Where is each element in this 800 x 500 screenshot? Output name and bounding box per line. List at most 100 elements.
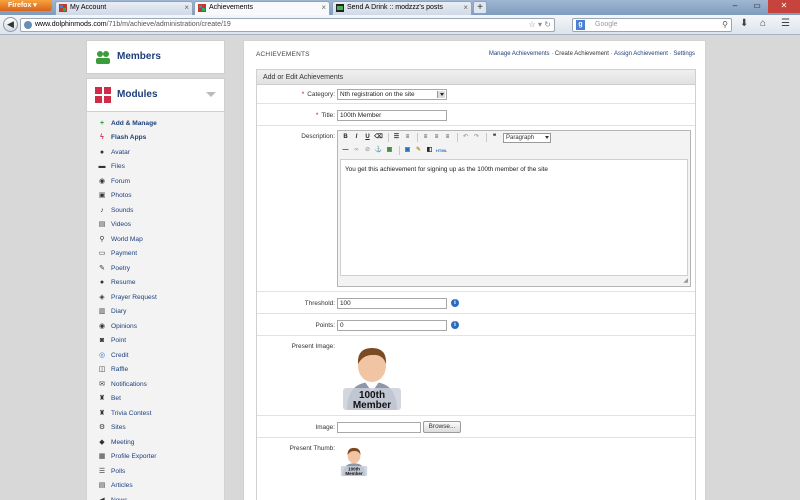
align-center-icon[interactable]: ≡ [432,133,441,142]
anchor-icon[interactable]: ⚓ [374,146,383,155]
tab-send-a-drink[interactable]: Send A Drink :: modzzz's posts × [332,1,472,15]
table-icon[interactable]: ▦ [385,146,394,155]
resize-handle-icon[interactable]: ◢ [683,277,688,284]
firefox-menu-button[interactable]: Firefox ▾ [0,0,52,11]
create-achievement-link[interactable]: Create Achievement [555,51,609,57]
title-input[interactable]: 100th Member [337,110,447,121]
site-identity-icon[interactable] [24,21,32,29]
info-icon[interactable]: i [451,321,459,329]
tab-close-icon[interactable]: × [184,2,189,14]
sidebar-item-videos[interactable]: ▤ Videos [87,218,224,233]
unlink-icon[interactable]: ⊘ [363,146,372,155]
tab-close-icon[interactable]: × [321,2,326,14]
new-tab-button[interactable]: + [473,1,487,14]
html-source-icon[interactable]: HTML [436,146,447,155]
minimize-icon[interactable]: – [724,0,746,13]
chevron-down-icon[interactable] [206,92,216,97]
sidebar-item-opinions[interactable]: ◉ Opinions [87,319,224,334]
format-select[interactable]: Paragraph [503,132,551,143]
sidebar-item-sites[interactable]: ⚙ Sites [87,421,224,436]
home-icon[interactable]: ⌂ [760,18,766,29]
redo-icon[interactable]: ↷ [472,133,481,142]
browse-button[interactable]: Browse... [423,421,461,433]
url-bar[interactable]: www.dolphinmods.com/71b/m/achieve/admini… [20,18,555,32]
members-title[interactable]: Members [117,51,161,62]
download-icon[interactable]: ⬇ [740,18,748,29]
sidebar-item-polls[interactable]: ☰ Polls [87,464,224,479]
search-box[interactable]: g Google ⚲ [572,18,732,32]
info-icon[interactable]: i [451,299,459,307]
sidebar-item-notifications[interactable]: ✉ Notifications [87,377,224,392]
threshold-input[interactable]: 100 [337,298,447,309]
align-right-icon[interactable]: ≡ [443,133,452,142]
search-icon[interactable]: ⚲ [722,19,728,31]
sidebar-item-resume[interactable]: ● Resume [87,276,224,291]
points-label: Points: [315,322,335,329]
italic-icon[interactable]: I [352,133,361,142]
sidebar-item-point[interactable]: ◙ Point [87,334,224,349]
required-mark: * [301,91,305,98]
sidebar-item-articles[interactable]: ▤ Articles [87,479,224,494]
chevron-down-icon[interactable] [437,91,445,98]
category-select[interactable]: Nth registration on the site [337,89,447,100]
sidebar-item-profile-exporter[interactable]: ▦ Profile Exporter [87,450,224,465]
blockquote-icon[interactable]: ❝ [490,133,499,142]
bullet-list-icon[interactable]: ☰ [392,133,401,142]
tab-achievements[interactable]: Achievements × [194,1,330,15]
members-box[interactable]: Members [86,40,225,74]
image-file-input[interactable] [337,422,421,433]
horizontal-rule-icon[interactable]: — [341,146,350,155]
menu-icon[interactable]: ☰ [781,18,790,29]
description-editor-area[interactable]: You get this achievement for signing up … [340,159,688,276]
tab-close-icon[interactable]: × [463,2,468,14]
sidebar-item-add-manage[interactable]: + Add & Manage [87,116,224,131]
sidebar-item-poetry[interactable]: ✎ Poetry [87,261,224,276]
points-input[interactable]: 0 [337,320,447,331]
reload-icon[interactable]: ↻ [544,20,551,29]
description-row: Description: B I U ⌫ ☰ ≡ ≡ ≡ ≡ ↶ ↷ ❝ Par… [257,126,695,292]
assign-achievement-link[interactable]: Assign Achievement [614,51,668,57]
sidebar-item-flash-apps[interactable]: ϟ Flash Apps [87,131,224,146]
sidebar-item-label: Videos [111,221,132,229]
tab-title: Send A Drink :: modzzz's posts [347,4,443,11]
back-button-icon[interactable]: ◀ [3,17,18,32]
sidebar-item-payment[interactable]: ▭ Payment [87,247,224,262]
search-placeholder: Google [595,21,618,28]
sidebar-item-credit[interactable]: ◎ Credit [87,348,224,363]
bold-icon[interactable]: B [341,133,350,142]
sidebar-item-forum[interactable]: ◉ Forum [87,174,224,189]
sidebar-item-diary[interactable]: ▥ Diary [87,305,224,320]
image-icon[interactable]: ▣ [403,146,412,155]
numbered-list-icon[interactable]: ≡ [403,133,412,142]
chevron-down-icon[interactable] [545,135,549,139]
undo-icon[interactable]: ↶ [461,133,470,142]
sidebar-item-prayer-request[interactable]: ◈ Prayer Request [87,290,224,305]
settings-link[interactable]: Settings [673,51,695,57]
sidebar-item-sounds[interactable]: ♪ Sounds [87,203,224,218]
sidebar-item-news[interactable]: ◀News [87,493,224,500]
align-left-icon[interactable]: ≡ [421,133,430,142]
sidebar-item-raffle[interactable]: ◫ Raffle [87,363,224,378]
close-window-icon[interactable]: ✕ [768,0,800,13]
sidebar-item-bet[interactable]: ♜ Bet [87,392,224,407]
media-icon[interactable]: ◧ [425,146,434,155]
cleanup-icon[interactable]: ✎ [414,146,423,155]
sidebar-item-photos[interactable]: ▣ Photos [87,189,224,204]
bookmark-star-icon[interactable]: ☆ [529,20,536,29]
link-icon[interactable]: ∞ [352,146,361,155]
dropdown-icon[interactable]: ▾ [538,20,542,29]
sidebar-item-trivia-contest[interactable]: ♜ Trivia Contest [87,406,224,421]
tab-my-account[interactable]: My Account × [55,1,193,15]
underline-icon[interactable]: U [363,133,372,142]
sidebar-item-avatar[interactable]: ● Avatar [87,145,224,160]
modules-title[interactable]: Modules [117,89,158,100]
maximize-icon[interactable]: ▭ [746,0,768,13]
sidebar-item-meeting[interactable]: ◆ Meeting [87,435,224,450]
modules-box[interactable]: Modules [86,78,225,112]
present-thumb-row: Present Thumb: 100th Member [257,438,695,482]
sidebar-item-world-map[interactable]: ⚲ World Map [87,232,224,247]
manage-achievements-link[interactable]: Manage Achievements [489,51,550,57]
search-engine-icon[interactable]: g [576,20,585,30]
sidebar-item-files[interactable]: ▬ Files [87,160,224,175]
clear-format-icon[interactable]: ⌫ [374,133,383,142]
